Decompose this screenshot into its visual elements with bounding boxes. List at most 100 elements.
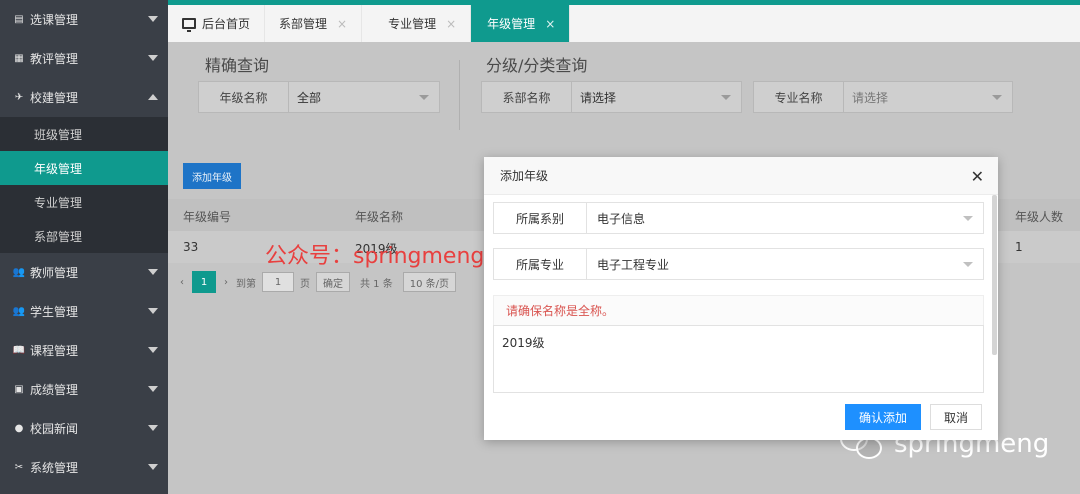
dialog-scrollbar[interactable] <box>992 195 997 355</box>
chevron-down-icon <box>148 347 158 353</box>
tab-grade[interactable]: 年级管理 × <box>471 5 571 42</box>
major-select-value: 电子工程专业 <box>597 257 670 272</box>
tab-home[interactable]: 后台首页 <box>168 5 266 42</box>
chevron-down-icon <box>721 95 731 100</box>
add-grade-button[interactable]: 添加年级 <box>183 163 241 189</box>
divider <box>459 60 460 130</box>
major-filter[interactable]: 专业名称 请选择 <box>753 81 1013 113</box>
page-size-select[interactable]: 10 条/页 <box>402 272 457 292</box>
sidebar-item-label: 课程管理 <box>30 344 79 358</box>
sidebar-item-label: 教评管理 <box>30 52 79 66</box>
tab-major[interactable]: 专业管理 × <box>362 5 472 42</box>
category-query-title: 分级/分类查询 <box>486 56 588 75</box>
goto-confirm-button[interactable]: 确定 <box>316 272 350 292</box>
chevron-down-icon <box>419 95 429 100</box>
dialog-title: 添加年级 <box>500 169 549 183</box>
pagination: ‹ 1 › 到第 1 页 确定 共 1 条 10 条/页 <box>180 270 462 294</box>
chevron-down-icon <box>963 216 973 221</box>
exact-query-title: 精确查询 <box>205 56 270 75</box>
tools-icon: ✂ <box>14 462 24 473</box>
sidebar-item-label: 成绩管理 <box>30 383 79 397</box>
page-input[interactable]: 1 <box>262 272 294 292</box>
name-tip: 请确保名称是全称。 <box>493 295 984 325</box>
major-filter-label: 专业名称 <box>754 82 844 112</box>
prev-page-icon[interactable]: ‹ <box>180 277 184 288</box>
dept-filter-value: 请选择 <box>580 90 617 105</box>
dialog-header: 添加年级 ✕ <box>484 157 998 195</box>
sidebar-subitem-major[interactable]: 专业管理 <box>0 185 168 219</box>
close-icon[interactable]: × <box>545 17 555 31</box>
chevron-down-icon <box>148 269 158 275</box>
grid-icon: ▦ <box>14 53 24 64</box>
table-cell: 1 <box>1015 240 1023 254</box>
dept-select[interactable]: 电子信息 <box>587 203 983 233</box>
sidebar-item-label: 选课管理 <box>30 13 79 27</box>
building-icon: ✈ <box>14 92 24 103</box>
sidebar-item-label: 校园新闻 <box>30 422 79 436</box>
major-select-label: 所属专业 <box>494 249 587 279</box>
total-count: 共 1 条 <box>360 278 393 290</box>
tab-dept[interactable]: 系部管理 × <box>265 5 363 42</box>
grade-name-input[interactable]: 2019级 <box>493 325 984 393</box>
close-icon[interactable]: ✕ <box>971 167 984 186</box>
sidebar-item-label: 系统管理 <box>30 461 79 475</box>
sidebar-item-label: 校建管理 <box>30 91 79 105</box>
chevron-up-icon <box>148 94 158 100</box>
dept-filter[interactable]: 系部名称 请选择 <box>481 81 742 113</box>
dept-filter-label: 系部名称 <box>482 82 572 112</box>
sidebar-item-grades[interactable]: ▣ 成绩管理 <box>0 370 168 409</box>
grade-filter-select[interactable]: 全部 <box>289 82 439 112</box>
major-filter-value: 请选择 <box>852 90 889 105</box>
column-header: 年级编号 <box>183 210 232 224</box>
watermark-text: 公众号：springmeng <box>265 244 485 269</box>
dept-select-field[interactable]: 所属系别 电子信息 <box>493 202 984 234</box>
sidebar-subitem-dept[interactable]: 系部管理 <box>0 219 168 253</box>
sidebar-subitem-class[interactable]: 班级管理 <box>0 117 168 151</box>
sidebar-item-label: 学生管理 <box>30 305 79 319</box>
sidebar-item-news[interactable]: ● 校园新闻 <box>0 409 168 448</box>
grade-filter-label: 年级名称 <box>199 82 289 112</box>
monitor-icon <box>182 18 196 32</box>
grade-filter-value: 全部 <box>297 90 322 105</box>
sidebar: ▤ 选课管理 ▦ 教评管理 ✈ 校建管理 班级管理 年级管理 专业管理 系部管理… <box>0 0 168 494</box>
sidebar-subitem-grade[interactable]: 年级管理 <box>0 151 168 185</box>
chevron-down-icon <box>148 464 158 470</box>
confirm-add-button[interactable]: 确认添加 <box>845 404 921 430</box>
add-grade-dialog: 添加年级 ✕ 所属系别 电子信息 所属专业 电子工程专业 请确保名称是全称。 2… <box>484 157 998 440</box>
users-icon: 👥 <box>12 267 26 278</box>
sidebar-item-label: 教师管理 <box>30 266 79 280</box>
chevron-down-icon <box>148 308 158 314</box>
page-number[interactable]: 1 <box>192 271 216 293</box>
document-icon: ▤ <box>14 14 24 25</box>
tab-label: 系部管理 <box>279 17 328 31</box>
book-icon: 📖 <box>12 345 26 356</box>
next-page-icon[interactable]: › <box>224 277 228 288</box>
chevron-down-icon <box>148 16 158 22</box>
sidebar-item-campus-build[interactable]: ✈ 校建管理 <box>0 78 168 117</box>
major-filter-select[interactable]: 请选择 <box>844 82 1012 112</box>
grade-filter[interactable]: 年级名称 全部 <box>198 81 440 113</box>
tab-label: 年级管理 <box>487 17 536 31</box>
tab-label: 后台首页 <box>202 17 251 31</box>
major-select-field[interactable]: 所属专业 电子工程专业 <box>493 248 984 280</box>
column-header: 年级人数 <box>1015 210 1064 224</box>
close-icon[interactable]: × <box>337 17 347 31</box>
goto-label: 到第 <box>236 278 256 290</box>
cancel-button[interactable]: 取消 <box>930 404 982 430</box>
major-select[interactable]: 电子工程专业 <box>587 249 983 279</box>
sidebar-item-teachers[interactable]: 👥 教师管理 <box>0 253 168 292</box>
sidebar-item-teaching-eval[interactable]: ▦ 教评管理 <box>0 39 168 78</box>
sidebar-item-system[interactable]: ✂ 系统管理 <box>0 448 168 487</box>
dept-select-label: 所属系别 <box>494 203 587 233</box>
close-icon[interactable]: × <box>446 17 456 31</box>
users-icon: 👥 <box>12 306 26 317</box>
tab-bar: 后台首页 系部管理 × 专业管理 × 年级管理 × <box>168 0 1080 42</box>
chevron-down-icon <box>148 425 158 431</box>
sidebar-item-students[interactable]: 👥 学生管理 <box>0 292 168 331</box>
dept-filter-select[interactable]: 请选择 <box>572 82 741 112</box>
sidebar-item-course-selection[interactable]: ▤ 选课管理 <box>0 0 168 39</box>
tab-label: 专业管理 <box>388 17 437 31</box>
sidebar-item-courses[interactable]: 📖 课程管理 <box>0 331 168 370</box>
column-header: 年级名称 <box>355 210 404 224</box>
dept-select-value: 电子信息 <box>597 211 646 226</box>
